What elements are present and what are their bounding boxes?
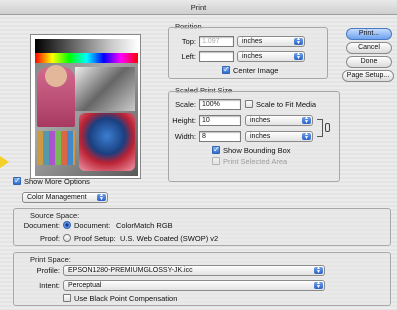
height-label: Height: bbox=[172, 116, 196, 125]
intent-label: Intent: bbox=[39, 281, 60, 290]
left-field[interactable] bbox=[199, 51, 234, 62]
print-button[interactable]: Print... bbox=[346, 28, 392, 40]
profile-select[interactable]: EPSON1280-PREMIUMGLOSSY-JK.icc ▲ ▼ bbox=[63, 265, 325, 276]
document-label: Document: bbox=[23, 221, 60, 230]
height-field[interactable]: 10 bbox=[199, 115, 241, 126]
popup-arrows-icon: ▲ ▼ bbox=[294, 52, 303, 60]
top-field[interactable]: 1.097 bbox=[199, 36, 234, 47]
popup-arrows-icon: ▲ ▼ bbox=[314, 281, 323, 289]
show-bounding-box-checkbox[interactable] bbox=[212, 145, 220, 154]
left-unit-value: inches bbox=[242, 53, 263, 60]
still-life bbox=[75, 67, 135, 111]
profile-value: EPSON1280-PREMIUMGLOSSY-JK.icc bbox=[68, 267, 193, 274]
scale-to-fit-checkbox[interactable] bbox=[245, 100, 253, 108]
scale-field[interactable]: 100% bbox=[199, 99, 241, 110]
print-selected-area-label: Print Selected Area bbox=[223, 157, 288, 166]
decorated-hand bbox=[79, 113, 135, 171]
popup-arrows-icon: ▲ ▼ bbox=[314, 266, 323, 274]
popup-arrows-icon: ▲ ▼ bbox=[294, 37, 303, 45]
black-point-compensation-checkbox[interactable] bbox=[63, 294, 71, 302]
left-label: Left: bbox=[181, 52, 196, 61]
proof-option-label: Proof Setup: bbox=[74, 234, 116, 243]
width-field[interactable]: 8 bbox=[199, 131, 241, 142]
show-more-options-checkbox[interactable] bbox=[13, 176, 21, 185]
preview-image bbox=[35, 39, 138, 176]
window-title: Print bbox=[0, 0, 397, 15]
pointer-arrow-icon bbox=[0, 156, 9, 168]
show-bounding-box-label: Show Bounding Box bbox=[223, 146, 291, 155]
print-space-label: Print Space: bbox=[30, 255, 71, 264]
scale-label: Scale: bbox=[175, 100, 196, 109]
scale-to-fit-label: Scale to Fit Media bbox=[256, 100, 317, 109]
width-label: Width: bbox=[174, 132, 196, 141]
popup-arrows-icon: ▲ ▼ bbox=[97, 193, 106, 201]
proof-radio[interactable] bbox=[63, 234, 71, 242]
print-dialog: Print... Cancel Done Page Setup... Posit… bbox=[0, 15, 397, 310]
black-point-compensation-label: Use Black Point Compensation bbox=[74, 294, 178, 303]
popup-arrows-icon: ▲ ▼ bbox=[302, 116, 311, 124]
height-unit-value: inches bbox=[250, 117, 271, 124]
color-ramp bbox=[35, 53, 138, 63]
color-checker bbox=[37, 131, 75, 165]
top-unit-select[interactable]: inches ▲ ▼ bbox=[237, 36, 305, 47]
document-option-label: Document: bbox=[74, 221, 111, 230]
options-section-select[interactable]: Color Management ▲ ▼ bbox=[22, 192, 108, 203]
print-selected-area-checkbox[interactable] bbox=[212, 157, 220, 165]
top-unit-value: inches bbox=[242, 38, 263, 45]
proof-label: Proof: bbox=[39, 234, 60, 243]
proof-profile-value: U.S. Web Coated (SWOP) v2 bbox=[120, 234, 219, 243]
page-setup-button[interactable]: Page Setup... bbox=[342, 70, 394, 82]
height-unit-select[interactable]: inches ▲ ▼ bbox=[245, 115, 313, 126]
top-label: Top: bbox=[181, 37, 196, 46]
intent-value: Perceptual bbox=[68, 282, 102, 289]
intent-select[interactable]: Perceptual ▲ ▼ bbox=[63, 280, 325, 291]
face bbox=[45, 65, 67, 87]
constrain-bracket bbox=[317, 119, 323, 137]
show-more-options-label: Show More Options bbox=[24, 177, 90, 186]
source-space-label: Source Space: bbox=[30, 211, 80, 220]
options-section-value: Color Management bbox=[27, 194, 87, 201]
document-radio[interactable] bbox=[63, 221, 71, 229]
left-unit-select[interactable]: inches ▲ ▼ bbox=[237, 51, 305, 62]
center-image-label: Center Image bbox=[233, 66, 279, 75]
profile-label: Profile: bbox=[36, 266, 60, 275]
width-unit-value: inches bbox=[250, 133, 271, 140]
center-image-checkbox[interactable] bbox=[222, 65, 230, 74]
link-icon[interactable] bbox=[325, 123, 330, 132]
document-profile-value: ColorMatch RGB bbox=[116, 221, 173, 230]
popup-arrows-icon: ▲ ▼ bbox=[302, 132, 311, 140]
done-button[interactable]: Done bbox=[346, 56, 392, 68]
cancel-button[interactable]: Cancel bbox=[346, 42, 392, 54]
gray-ramp bbox=[35, 39, 138, 53]
width-unit-select[interactable]: inches ▲ ▼ bbox=[245, 131, 313, 142]
print-preview bbox=[30, 34, 141, 179]
